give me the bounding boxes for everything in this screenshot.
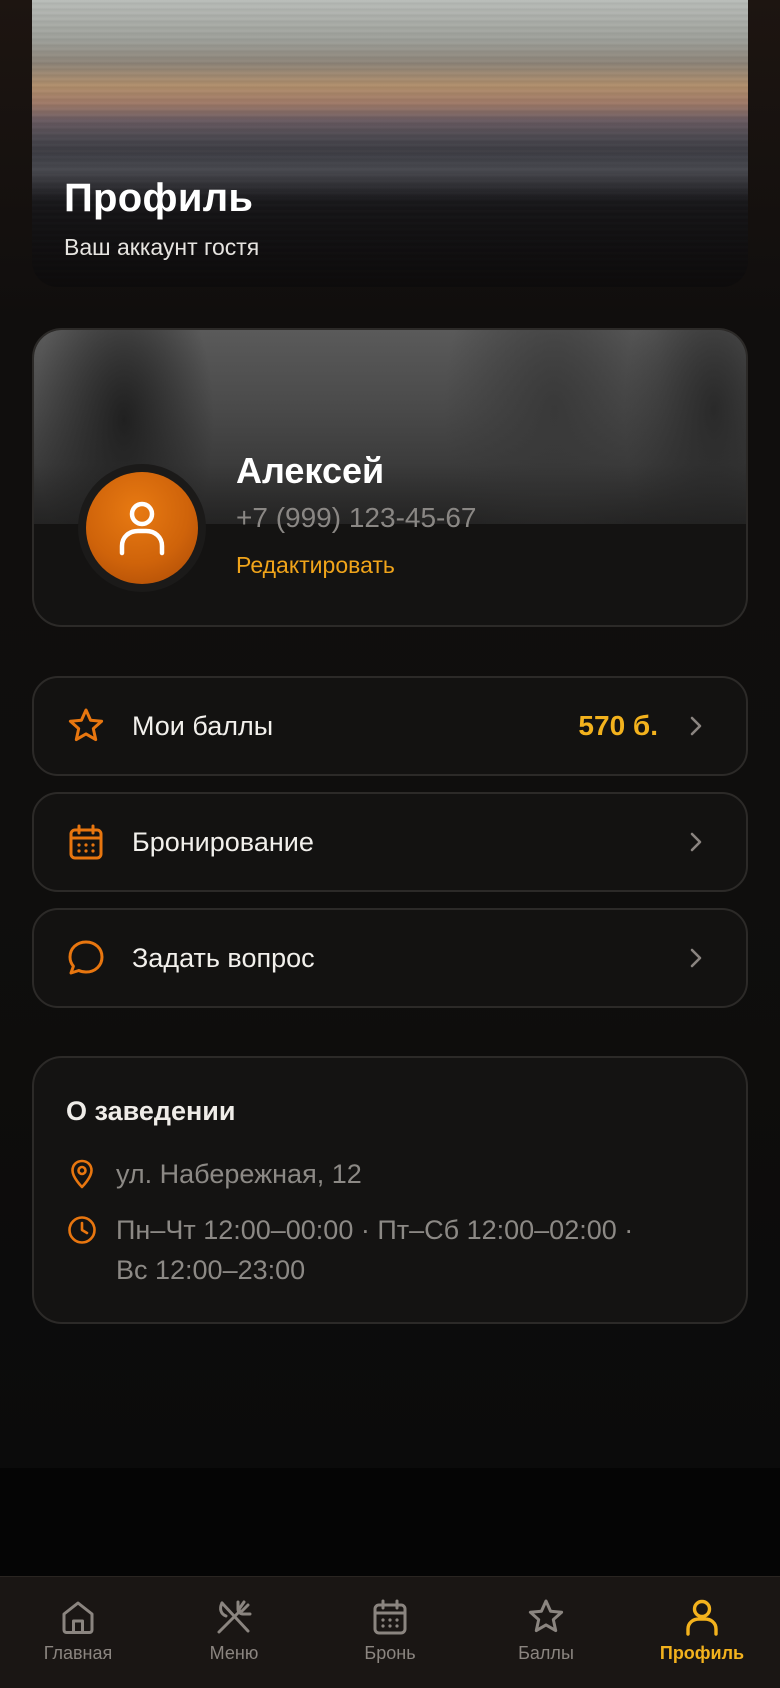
chevron-right-icon — [690, 832, 702, 852]
menu-item-ask-question[interactable]: Задать вопрос — [32, 908, 748, 1008]
nav-label: Баллы — [518, 1643, 574, 1663]
bottom-navigation: Главная Меню Бронь Баллы Профиль — [0, 1576, 780, 1688]
avatar[interactable] — [78, 464, 206, 592]
user-icon — [686, 1599, 718, 1636]
star-icon — [68, 708, 104, 742]
nav-item-points[interactable]: Баллы — [468, 1577, 624, 1688]
edit-profile-link[interactable]: Редактировать — [236, 552, 395, 579]
calendar-icon — [69, 824, 103, 860]
menu-item-label: Мои баллы — [132, 710, 274, 741]
venue-hours-line: Пн–Чт 12:00–00:00 · Пт–Сб 12:00–02:00 · — [116, 1215, 634, 1245]
nav-label: Профиль — [659, 1643, 745, 1663]
page-title: Профиль — [64, 176, 254, 220]
header-hero: Профиль Ваш аккаунт гостя — [32, 0, 748, 287]
nav-item-booking[interactable]: Бронь — [312, 1577, 468, 1688]
about-title: О заведении — [66, 1096, 236, 1126]
cutlery-icon — [217, 1600, 252, 1634]
avatar-circle — [86, 472, 198, 584]
venue-hours: Пн–Чт 12:00–00:00 · Пт–Сб 12:00–02:00 · … — [116, 1210, 633, 1290]
profile-card: Алексей +7 (999) 123-45-67 Редактировать — [32, 328, 748, 627]
chat-icon — [68, 940, 104, 975]
calendar-icon — [373, 1599, 407, 1635]
menu-item-label: Задать вопрос — [132, 942, 315, 973]
nav-label: Бронь — [364, 1643, 416, 1663]
location-pin-icon — [71, 1159, 93, 1189]
clock-icon — [68, 1216, 96, 1244]
user-icon — [119, 501, 165, 556]
chevron-right-icon — [690, 716, 702, 736]
venue-hours-line: Вс 12:00–23:00 — [116, 1255, 306, 1285]
nav-label: Меню — [209, 1643, 259, 1663]
menu-item-points[interactable]: Мои баллы 570 б. — [32, 676, 748, 776]
nav-item-profile[interactable]: Профиль — [624, 1577, 780, 1688]
menu-item-label: Бронирование — [132, 826, 314, 857]
nav-item-home[interactable]: Главная — [0, 1577, 156, 1688]
nav-item-menu[interactable]: Меню — [156, 1577, 312, 1688]
profile-name: Алексей — [236, 450, 385, 491]
page-subtitle: Ваш аккаунт гостя — [64, 234, 260, 260]
points-value: 570 б. — [578, 710, 658, 741]
chevron-right-icon — [690, 948, 702, 968]
menu-item-booking[interactable]: Бронирование — [32, 792, 748, 892]
profile-phone: +7 (999) 123-45-67 — [236, 502, 477, 533]
home-icon — [62, 1601, 94, 1634]
venue-address: ул. Набережная, 12 — [116, 1159, 362, 1189]
bottom-spacer — [0, 1468, 780, 1578]
star-icon — [528, 1599, 564, 1633]
nav-label: Главная — [43, 1643, 113, 1663]
about-venue-card: О заведении ул. Набережная, 12 Пн–Чт 12:… — [32, 1056, 748, 1324]
